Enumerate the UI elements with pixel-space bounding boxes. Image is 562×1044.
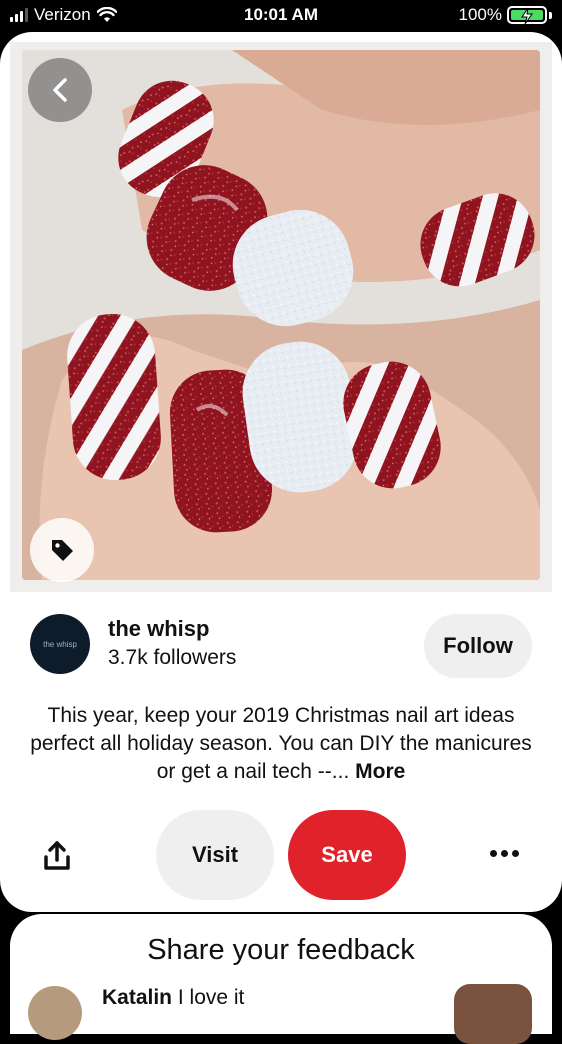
- creator-followers: 3.7k followers: [108, 646, 237, 669]
- feedback-title: Share your feedback: [147, 934, 415, 966]
- comment-author[interactable]: Katalin: [102, 986, 172, 1009]
- comment-preview: Katalin I love it: [102, 986, 244, 1010]
- pin-description: This year, keep your 2019 Christmas nail…: [30, 702, 532, 786]
- battery-icon: [507, 6, 547, 25]
- visit-button[interactable]: Visit: [156, 810, 274, 900]
- save-button[interactable]: Save: [288, 810, 406, 900]
- description-text: This year, keep your 2019 Christmas nail…: [30, 704, 532, 783]
- tag-icon: [52, 540, 73, 561]
- pin-image-frame: [10, 42, 552, 592]
- pin-image[interactable]: [22, 50, 540, 580]
- pin-card: the whisp the whisp 3.7k followers Follo…: [0, 32, 562, 912]
- feedback-card: Share your feedback Katalin I love it: [10, 914, 552, 1044]
- more-link[interactable]: More: [355, 760, 405, 783]
- avatar-logo-text: the whisp: [43, 639, 77, 649]
- follow-button[interactable]: Follow: [424, 614, 532, 678]
- charging-bolt-icon: [521, 7, 533, 25]
- comment-photo-thumbnail[interactable]: [454, 984, 532, 1044]
- nail-art-photo: [22, 50, 540, 580]
- back-button[interactable]: [28, 58, 92, 122]
- creator-avatar[interactable]: the whisp: [30, 614, 90, 674]
- creator-row: the whisp the whisp 3.7k followers Follo…: [30, 614, 540, 686]
- commenter-avatar[interactable]: [28, 986, 82, 1040]
- comment-text: I love it: [177, 986, 245, 1009]
- chevron-left-icon: [53, 78, 67, 102]
- status-right: 100%: [459, 5, 552, 25]
- battery-cap: [549, 11, 552, 19]
- product-tag-button[interactable]: [30, 518, 94, 582]
- share-icon[interactable]: [42, 840, 72, 872]
- battery-percent: 100%: [458, 5, 502, 24]
- creator-name[interactable]: the whisp: [108, 616, 209, 642]
- more-dots-icon[interactable]: [490, 850, 520, 860]
- status-bar: Verizon 10:01 AM 100%: [0, 0, 562, 32]
